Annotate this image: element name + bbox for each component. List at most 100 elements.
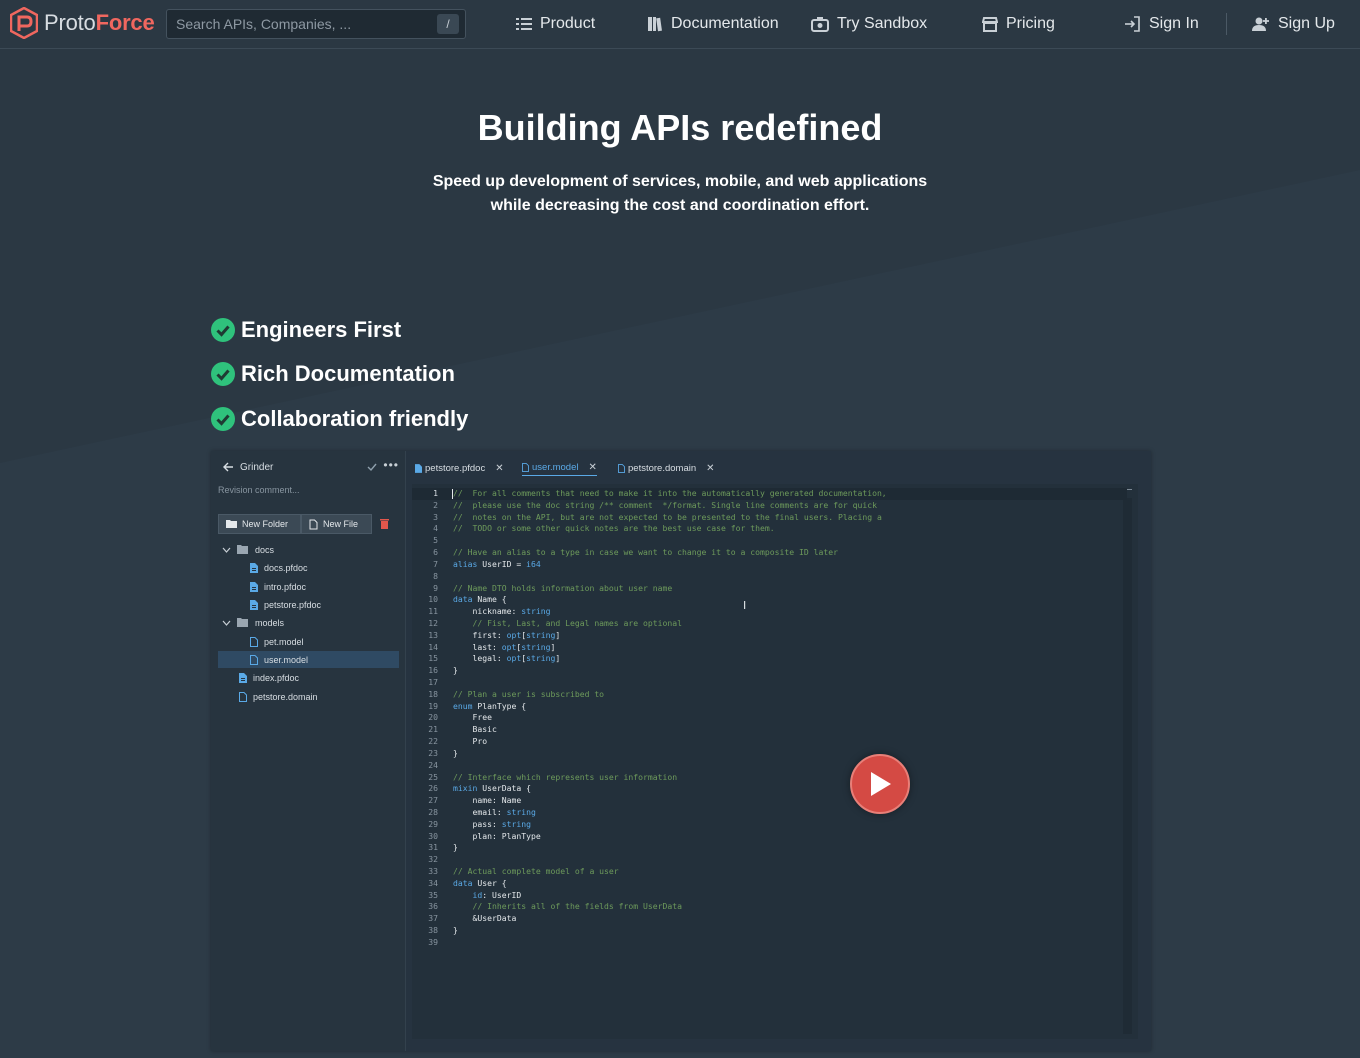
code-line: 23} bbox=[412, 748, 1127, 760]
line-number: 10 bbox=[428, 594, 438, 605]
tree-file-pet-model[interactable]: pet.model bbox=[218, 633, 399, 650]
hero-subtitle: Speed up development of services, mobile… bbox=[420, 170, 940, 218]
file-icon bbox=[618, 463, 625, 473]
new-folder-button[interactable]: New Folder bbox=[218, 514, 301, 534]
code-line: 21 Basic bbox=[412, 724, 1127, 736]
line-number: 30 bbox=[428, 830, 438, 841]
tree-file-petstore-domain[interactable]: petstore.domain bbox=[218, 688, 399, 705]
code-text: // Plan a user is subscribed to bbox=[453, 688, 605, 699]
code-text: Free bbox=[453, 712, 492, 723]
nav-sign-in[interactable]: Sign In bbox=[1124, 12, 1199, 36]
code-text: // Inherits all of the fields from UserD… bbox=[453, 901, 683, 912]
nav-pricing-label: Pricing bbox=[1006, 15, 1055, 32]
search-shortcut-key: / bbox=[437, 14, 459, 34]
line-number: 6 bbox=[433, 547, 438, 558]
code-text: data User { bbox=[453, 877, 507, 888]
tree-file-intro-pfdoc[interactable]: intro.pfdoc bbox=[218, 578, 399, 595]
list-icon bbox=[516, 18, 532, 30]
tree-item-label: petstore.domain bbox=[253, 691, 318, 702]
nav-try-sandbox-label: Try Sandbox bbox=[837, 15, 928, 32]
code-line: 3 // notes on the API, but are not expect… bbox=[412, 512, 1127, 524]
tree-item-label: models bbox=[255, 617, 285, 628]
line-number: 34 bbox=[428, 877, 438, 888]
code-text: name: Name bbox=[453, 795, 522, 806]
tree-folder-docs[interactable]: docs bbox=[218, 541, 399, 558]
book-icon bbox=[648, 17, 662, 32]
line-number: 20 bbox=[428, 712, 438, 723]
line-number: 2 bbox=[433, 499, 438, 510]
tab-label: petstore.domain bbox=[628, 462, 697, 474]
code-text: nickname: string bbox=[453, 606, 551, 617]
code-text: // TODO or some other quick notes are th… bbox=[453, 523, 775, 534]
code-text: Basic bbox=[453, 724, 497, 735]
play-video-button[interactable] bbox=[850, 754, 910, 814]
code-text: // Interface which represents user infor… bbox=[453, 771, 678, 782]
feature-label: Rich Documentation bbox=[241, 361, 455, 386]
code-line: 32 bbox=[412, 854, 1127, 866]
code-line: 15 legal: opt[string] bbox=[412, 653, 1127, 665]
hero-title: Building APIs redefined bbox=[477, 107, 883, 148]
code-text: // Have an alias to a type in case we wa… bbox=[453, 547, 838, 558]
code-text: // For all comments that need to make it… bbox=[453, 488, 887, 498]
close-icon[interactable]: ✕ bbox=[706, 463, 714, 474]
code-line: 7 alias UserID = i64 bbox=[412, 559, 1127, 571]
code-text: // please use the doc string /** comment… bbox=[453, 499, 877, 510]
code-text: } bbox=[453, 665, 458, 676]
line-number: 11 bbox=[428, 606, 438, 617]
nav-try-sandbox[interactable]: Try Sandbox bbox=[811, 12, 927, 36]
code-line: 37 &UserData bbox=[412, 913, 1127, 925]
tab-user-model[interactable]: user.model ✕ bbox=[522, 460, 597, 476]
sidebar-header: Grinder ••• bbox=[223, 458, 401, 474]
tab-petstore-pfdoc[interactable]: petstore.pfdoc ✕ bbox=[415, 460, 504, 476]
feature-collaboration-friendly: Collaboration friendly bbox=[211, 406, 468, 432]
code-line: 24 bbox=[412, 760, 1127, 772]
nav-sign-up[interactable]: Sign Up bbox=[1252, 12, 1335, 36]
new-file-button[interactable]: New File bbox=[301, 514, 372, 534]
check-icon[interactable] bbox=[367, 462, 377, 472]
code-editor[interactable]: 1 // For all comments that need to make i… bbox=[412, 484, 1138, 1039]
more-options-icon[interactable]: ••• bbox=[383, 458, 399, 472]
code-line: 19 enum PlanType { bbox=[412, 701, 1127, 713]
line-number: 15 bbox=[428, 653, 438, 664]
code-text: mixin UserData { bbox=[453, 783, 531, 794]
tab-label: user.model bbox=[532, 462, 579, 473]
arrow-left-icon[interactable] bbox=[223, 462, 234, 472]
tree-file-index-pfdoc[interactable]: index.pfdoc bbox=[218, 669, 399, 686]
code-line: 36 // Inherits all of the fields from Us… bbox=[412, 901, 1127, 913]
close-icon[interactable]: ✕ bbox=[588, 462, 596, 473]
feature-label: Collaboration friendly bbox=[241, 406, 469, 431]
search-input[interactable] bbox=[167, 16, 427, 32]
line-number: 17 bbox=[428, 677, 438, 687]
chevron-down-icon bbox=[222, 547, 231, 553]
code-line: 26 mixin UserData { bbox=[412, 783, 1127, 795]
nav-pricing[interactable]: Pricing bbox=[982, 12, 1055, 36]
protoforce-logo[interactable]: ProtoForce bbox=[10, 7, 155, 39]
feature-label: Engineers First bbox=[241, 317, 402, 342]
code-text: } bbox=[453, 925, 458, 936]
nav-documentation[interactable]: Documentation bbox=[647, 12, 779, 36]
search-box: / bbox=[166, 9, 466, 39]
close-icon[interactable]: ✕ bbox=[495, 463, 503, 474]
code-line: 4 // TODO or some other quick notes are t… bbox=[412, 523, 1127, 535]
code-text: id: UserID bbox=[472, 889, 522, 900]
code-text: enum PlanType { bbox=[453, 700, 527, 711]
code-text: } bbox=[453, 747, 458, 758]
nav-product[interactable]: Product bbox=[516, 12, 595, 36]
tab-petstore-domain[interactable]: petstore.domain ✕ bbox=[618, 460, 715, 476]
line-number: 9 bbox=[433, 582, 438, 593]
file-icon bbox=[239, 691, 247, 702]
tree-item-label: docs.pfdoc bbox=[264, 562, 308, 573]
tree-file-docs-pfdoc[interactable]: docs.pfdoc bbox=[218, 559, 399, 576]
trash-icon[interactable] bbox=[380, 518, 389, 529]
tree-file-user-model[interactable]: user.model bbox=[218, 651, 399, 668]
file-icon bbox=[250, 636, 258, 647]
tree-file-petstore-pfdoc[interactable]: petstore.pfdoc bbox=[218, 596, 399, 613]
code-line: 11 nickname: string bbox=[412, 606, 1127, 618]
code-line: 17 bbox=[412, 677, 1127, 689]
revision-comment-input[interactable]: Revision comment... bbox=[218, 485, 300, 495]
editor-video-preview[interactable]: Grinder ••• Revision comment... New Fold… bbox=[211, 451, 1151, 1051]
tree-item-label: pet.model bbox=[264, 636, 304, 647]
code-line: 29 pass: string bbox=[412, 819, 1127, 831]
doc-file-icon bbox=[250, 562, 258, 573]
tree-folder-models[interactable]: models bbox=[218, 614, 399, 631]
